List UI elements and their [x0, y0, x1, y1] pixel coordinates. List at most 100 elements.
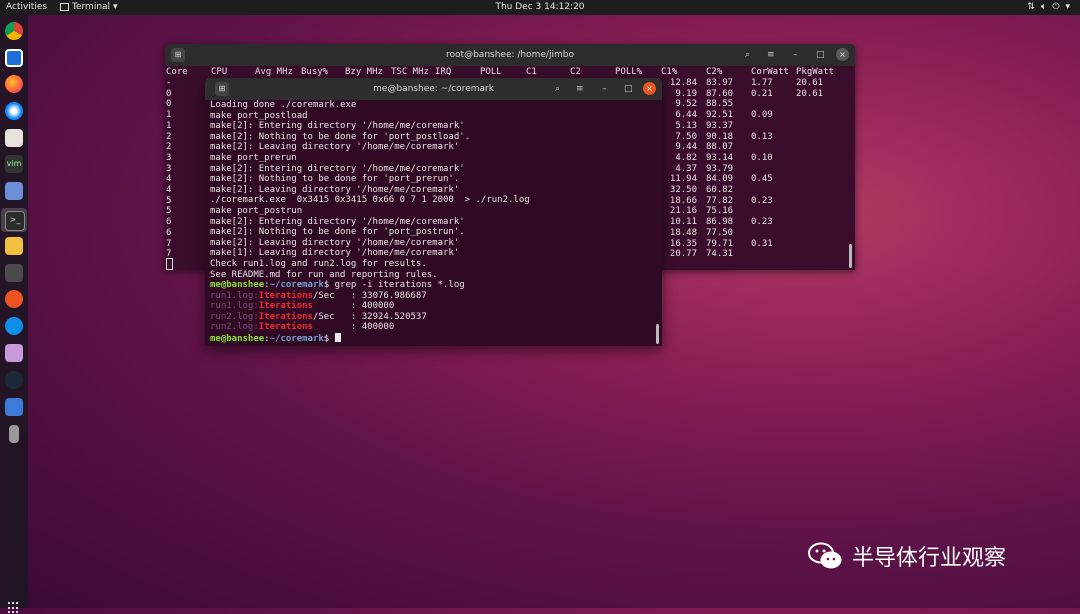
- result-value: : 400000: [312, 301, 395, 312]
- cell-core: 4: [166, 185, 172, 195]
- cell-c2: 88.07: [706, 142, 734, 153]
- cell-c2: 60.82: [706, 185, 734, 195]
- watermark: 半导体行业观察: [808, 540, 1006, 572]
- coremark-terminal-window[interactable]: ⊞ me@banshee: ~/coremark ⌕ ≡ – □ × Loadi…: [205, 78, 662, 346]
- cell-c2: 83.97: [706, 78, 734, 88]
- minimize-icon[interactable]: –: [793, 50, 798, 60]
- output-line: make[2]: Leaving directory '/home/me/cor…: [210, 142, 460, 153]
- thunderbird-icon[interactable]: [5, 102, 23, 120]
- command-text: grep -i iterations *.log: [329, 280, 465, 291]
- output-line: make port_postrun: [210, 205, 303, 216]
- files-icon[interactable]: [5, 129, 23, 147]
- col-c2: C2: [570, 67, 581, 77]
- text-editor-icon[interactable]: [5, 398, 23, 416]
- window-titlebar[interactable]: ⊞ me@banshee: ~/coremark ⌕ ≡ – □ ×: [205, 78, 662, 100]
- cell-c2: 75.16: [706, 206, 734, 217]
- prompt-path: ~/coremark: [269, 280, 324, 291]
- cell-c2: 90.18: [706, 131, 734, 142]
- result-filename: run1.log:: [210, 301, 259, 312]
- window-titlebar[interactable]: ⊞ root@banshee: /home/jimbo ⌕ ≡ – □ ×: [165, 44, 855, 66]
- network-icon: ⇅: [1027, 2, 1035, 12]
- show-apps-icon[interactable]: [8, 602, 20, 614]
- cell-core: 0: [166, 88, 172, 99]
- cell-core: 6: [166, 227, 172, 238]
- result-value: : 400000: [312, 322, 395, 333]
- menu-icon[interactable]: ≡: [576, 84, 584, 94]
- col-poll: POLL: [480, 67, 502, 77]
- col-irq: IRQ: [435, 67, 452, 77]
- cell-corwatt: 0.23: [751, 217, 773, 228]
- cell-corwatt: 0.09: [751, 110, 773, 121]
- terminal-icon[interactable]: >_: [5, 211, 25, 231]
- col-poll-pct: POLL%: [615, 67, 643, 77]
- output-line: See README.md for run and reporting rule…: [210, 269, 438, 280]
- cell-core: 2: [166, 131, 172, 142]
- prompt-path: ~/coremark: [269, 334, 324, 345]
- cell-corwatt: 0.45: [751, 174, 773, 185]
- search-icon[interactable]: ⌕: [745, 50, 750, 60]
- maximize-icon[interactable]: □: [624, 84, 633, 94]
- cell-c2: 87.60: [706, 88, 734, 99]
- cell-core: 1: [166, 120, 172, 131]
- close-icon[interactable]: ×: [836, 48, 849, 61]
- col-corwatt: CorWatt: [751, 67, 789, 77]
- col-core: Core: [166, 67, 188, 77]
- result-value: /Sec : 32924.520537: [312, 311, 427, 322]
- cell-core: 7: [166, 238, 172, 249]
- output-line: make[2]: Entering directory '/home/me/co…: [210, 163, 465, 174]
- result-match: Iterations: [258, 311, 313, 322]
- terminal-output[interactable]: Loading done ./coremark.exe make port_pos…: [210, 100, 656, 344]
- prompt-user: me@banshee: [210, 280, 265, 291]
- window-title: root@banshee: /home/jimbo: [446, 50, 574, 60]
- cell-core: 5: [166, 206, 172, 217]
- cell-c2: 92.51: [706, 110, 734, 121]
- vim-icon[interactable]: vim: [5, 155, 23, 173]
- turbostat-header-row: Core CPU Avg MHz Busy% Bzy MHz TSC MHz I…: [165, 67, 855, 78]
- output-line: make[2]: Entering directory '/home/me/co…: [210, 216, 465, 227]
- notes-icon[interactable]: [5, 237, 23, 255]
- col-cpu: CPU: [211, 67, 228, 77]
- output-line: make port_postload: [210, 110, 308, 121]
- cell-core: 5: [166, 195, 172, 206]
- cell-core: 0: [166, 99, 172, 110]
- result-match: Iterations: [258, 301, 313, 312]
- cell-c2: 93.14: [706, 152, 734, 163]
- cell-core: 1: [166, 110, 172, 121]
- chrome-icon[interactable]: [5, 22, 23, 40]
- box-icon[interactable]: [5, 49, 23, 67]
- clock[interactable]: Thu Dec 3 14:12:20: [0, 2, 1080, 12]
- search-icon[interactable]: ⌕: [555, 84, 560, 94]
- firefox-icon[interactable]: [5, 75, 23, 93]
- grep-result-line: run2.log:Iterations : 400000: [210, 322, 656, 333]
- usb-drive-icon[interactable]: [9, 425, 19, 443]
- output-line: ./coremark.exe 0x3415 0x3415 0x66 0 7 1 …: [210, 195, 530, 206]
- ubuntu-icon[interactable]: [5, 290, 23, 308]
- minimize-icon[interactable]: –: [602, 84, 607, 94]
- grep-result-line: run1.log:Iterations/Sec : 33076.986687: [210, 291, 656, 302]
- col-c2-pct: C2%: [706, 67, 723, 77]
- calculator-icon[interactable]: [5, 182, 23, 200]
- maximize-icon[interactable]: □: [816, 50, 825, 60]
- monitor-icon[interactable]: [5, 264, 23, 282]
- system-menu[interactable]: ⇅ 🔈︎ ⏻ ▾: [1027, 2, 1070, 12]
- wechat-icon: [808, 542, 842, 569]
- cell-corwatt: 1.77: [751, 78, 773, 88]
- col-c1-pct: C1%: [661, 67, 678, 77]
- close-icon[interactable]: ×: [643, 82, 656, 95]
- remote-desktop-icon[interactable]: [5, 344, 23, 362]
- output-line: make[2]: Nothing to be done for 'port_po…: [210, 227, 465, 238]
- teamviewer-icon[interactable]: [5, 317, 23, 335]
- output-line: make[2]: Nothing to be done for 'port_pr…: [210, 174, 460, 185]
- output-line: make[2]: Nothing to be done for 'port_po…: [210, 131, 471, 142]
- result-filename: run2.log:: [210, 322, 259, 333]
- scrollbar[interactable]: [656, 324, 659, 344]
- prompt-line: me@banshee:~/coremark$: [210, 333, 656, 344]
- scrollbar[interactable]: [849, 244, 852, 268]
- steam-icon[interactable]: [5, 371, 23, 389]
- cell-c2: 77.82: [706, 195, 734, 206]
- text-cursor[interactable]: [334, 333, 341, 343]
- cell-pkgwatt: 20.61: [796, 78, 824, 88]
- result-match: Iterations: [258, 290, 313, 301]
- menu-icon[interactable]: ≡: [767, 50, 775, 60]
- cell-corwatt: 0.13: [751, 131, 773, 142]
